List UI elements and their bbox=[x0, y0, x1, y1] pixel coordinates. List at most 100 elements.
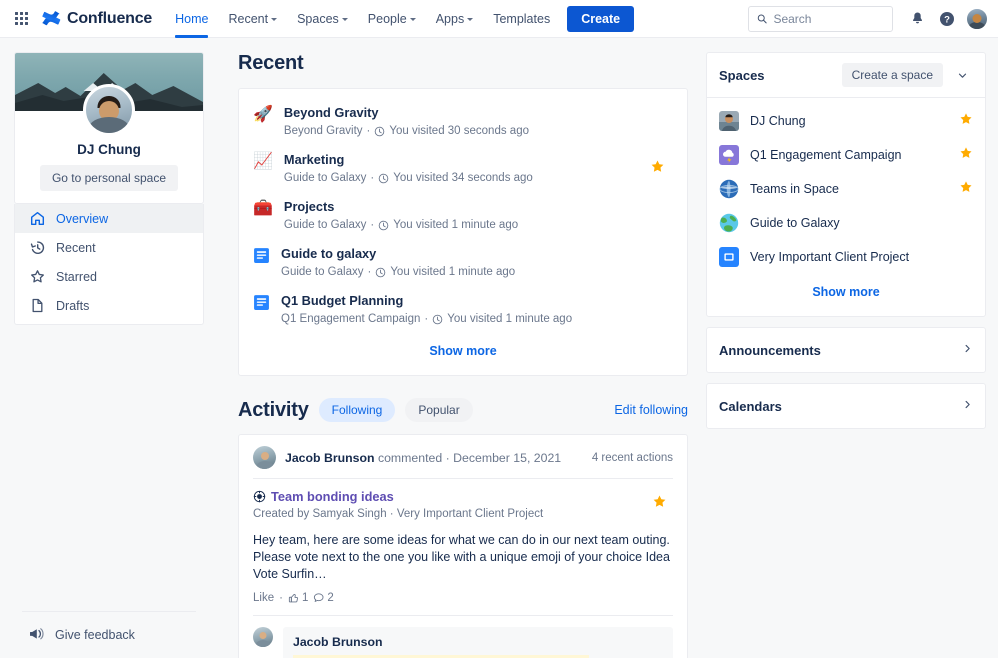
spaces-card-header: Spaces Create a space bbox=[707, 53, 985, 98]
comment-body-box: Jacob Brunson Andrew takes us all to The… bbox=[283, 627, 673, 658]
bullet-separator: · bbox=[370, 172, 375, 184]
recent-item-q1-budget-planning[interactable]: Q1 Budget Planning Q1 Engagement Campaig… bbox=[253, 286, 673, 333]
notifications-button[interactable] bbox=[903, 5, 931, 33]
recent-show-more-button[interactable]: Show more bbox=[429, 344, 496, 358]
star-filled-icon[interactable] bbox=[650, 159, 665, 179]
space-item-very-important-client-project[interactable]: Very Important Client Project bbox=[707, 240, 985, 274]
tab-popular[interactable]: Popular bbox=[405, 398, 473, 422]
comment-quoted-text: Andrew takes us all to The French Laundr… bbox=[293, 654, 663, 658]
spaces-card: Spaces Create a space DJ Chung Q1 Engage… bbox=[706, 52, 986, 317]
spaces-more-options-button[interactable] bbox=[951, 64, 973, 86]
tab-following[interactable]: Following bbox=[318, 398, 396, 422]
create-a-space-button[interactable]: Create a space bbox=[841, 63, 943, 87]
activity-page-link[interactable]: Team bonding ideas bbox=[253, 488, 646, 505]
recent-item-meta: Beyond Gravity · You visited 30 seconds … bbox=[284, 124, 671, 138]
blue-globe-icon bbox=[719, 179, 739, 199]
sidebar-item-recent[interactable]: Recent bbox=[15, 233, 203, 262]
search-box[interactable] bbox=[748, 5, 893, 32]
recent-item-text: Q1 Budget Planning Q1 Engagement Campaig… bbox=[281, 293, 671, 326]
top-navigation-bar: Confluence Home Recent Spaces People App… bbox=[0, 0, 998, 38]
sidebar-item-overview-label: Overview bbox=[56, 211, 109, 226]
edit-following-link[interactable]: Edit following bbox=[614, 403, 688, 417]
sidebar-item-recent-label: Recent bbox=[56, 240, 96, 255]
star-filled-icon[interactable] bbox=[652, 494, 667, 514]
nav-item-apps[interactable]: Apps bbox=[427, 0, 483, 37]
spaces-title: Spaces bbox=[719, 67, 765, 83]
sidebar-item-drafts[interactable]: Drafts bbox=[15, 291, 203, 320]
recent-item-marketing[interactable]: 📈 Marketing Guide to Galaxy · You visite… bbox=[253, 145, 673, 192]
nav-item-home[interactable]: Home bbox=[166, 0, 217, 38]
calendars-panel[interactable]: Calendars bbox=[706, 383, 986, 429]
bullet-separator: · bbox=[370, 219, 375, 231]
announcements-title: Announcements bbox=[719, 342, 821, 358]
toolbox-emoji-icon: 🧰 bbox=[253, 200, 273, 217]
confluence-logo-link[interactable]: Confluence bbox=[42, 9, 152, 28]
chevron-right-icon bbox=[962, 341, 973, 359]
give-feedback-label: Give feedback bbox=[55, 628, 135, 642]
activity-header: Activity Following Popular Edit followin… bbox=[238, 398, 688, 422]
nav-item-templates[interactable]: Templates bbox=[484, 0, 559, 37]
recent-item-visited: You visited 1 minute ago bbox=[393, 219, 519, 231]
space-item-dj-chung[interactable]: DJ Chung bbox=[707, 104, 985, 138]
search-input[interactable] bbox=[773, 11, 884, 26]
activity-actions-row: Like · 1 2 bbox=[253, 592, 673, 604]
recent-item-guide-to-galaxy[interactable]: Guide to galaxy Guide to Galaxy · You vi… bbox=[253, 239, 673, 286]
space-item-q1-engagement-campaign[interactable]: Q1 Engagement Campaign bbox=[707, 138, 985, 172]
nav-item-templates-label: Templates bbox=[493, 11, 551, 26]
activity-entry-header: Jacob Brunson commented · December 15, 2… bbox=[253, 446, 673, 479]
clock-history-icon bbox=[29, 240, 45, 256]
spaces-show-more-button[interactable]: Show more bbox=[812, 285, 879, 299]
bullet-separator: · bbox=[424, 313, 429, 325]
user-avatar[interactable] bbox=[966, 7, 988, 30]
calendars-title: Calendars bbox=[719, 398, 782, 414]
star-filled-icon[interactable] bbox=[959, 146, 973, 165]
nav-item-people[interactable]: People bbox=[359, 0, 425, 37]
space-item-guide-to-galaxy[interactable]: Guide to Galaxy bbox=[707, 206, 985, 240]
create-button[interactable]: Create bbox=[567, 5, 635, 32]
recent-item-text: Beyond Gravity Beyond Gravity · You visi… bbox=[284, 105, 671, 138]
recent-item-title: Guide to galaxy bbox=[281, 246, 377, 261]
sidebar-item-drafts-label: Drafts bbox=[56, 298, 90, 313]
go-to-personal-space-button[interactable]: Go to personal space bbox=[39, 165, 179, 191]
give-feedback-button[interactable]: Give feedback bbox=[22, 620, 196, 650]
chart-increasing-emoji-icon: 📈 bbox=[253, 153, 273, 170]
sidebar-item-overview[interactable]: Overview bbox=[15, 204, 203, 233]
help-icon: ? bbox=[940, 11, 954, 26]
comment-author-avatar[interactable] bbox=[253, 627, 273, 647]
recent-item-beyond-gravity[interactable]: 🚀 Beyond Gravity Beyond Gravity · You vi… bbox=[253, 98, 673, 145]
chevron-down-icon bbox=[409, 17, 416, 21]
recent-item-projects[interactable]: 🧰 Projects Guide to Galaxy · You visited… bbox=[253, 192, 673, 239]
nav-item-recent-label: Recent bbox=[228, 11, 269, 26]
sidebar-item-starred[interactable]: Starred bbox=[15, 262, 203, 291]
right-rail: Spaces Create a space DJ Chung Q1 Engage… bbox=[706, 52, 986, 658]
nav-item-recent[interactable]: Recent bbox=[219, 0, 286, 37]
help-button[interactable]: ? bbox=[933, 5, 961, 33]
star-filled-icon[interactable] bbox=[959, 112, 973, 131]
recent-item-space: Guide to Galaxy bbox=[283, 219, 367, 231]
main-content: Recent 🚀 Beyond Gravity Beyond Gravity ·… bbox=[204, 52, 706, 658]
page-outline-icon bbox=[29, 298, 45, 314]
nav-item-spaces[interactable]: Spaces bbox=[288, 0, 357, 37]
profile-name: DJ Chung bbox=[77, 142, 141, 157]
activity-like-count[interactable]: 1 bbox=[288, 592, 308, 604]
recent-item-space: Guide to Galaxy bbox=[283, 172, 367, 184]
bullet-separator: · bbox=[445, 450, 450, 465]
app-switcher-icon[interactable] bbox=[8, 6, 34, 32]
activity-like-button[interactable]: Like bbox=[253, 592, 274, 604]
announcements-panel[interactable]: Announcements bbox=[706, 327, 986, 373]
space-name: Guide to Galaxy bbox=[750, 216, 840, 230]
clock-icon bbox=[378, 173, 389, 183]
activity-author-avatar[interactable] bbox=[253, 446, 276, 469]
nav-item-apps-label: Apps bbox=[435, 11, 465, 26]
earth-emoji-icon bbox=[719, 213, 739, 233]
page-icon bbox=[254, 295, 269, 310]
chevron-down-icon bbox=[958, 73, 966, 78]
clock-icon bbox=[378, 220, 389, 230]
space-item-teams-in-space[interactable]: Teams in Space bbox=[707, 172, 985, 206]
activity-comment-count[interactable]: 2 bbox=[313, 592, 334, 604]
star-filled-icon[interactable] bbox=[959, 180, 973, 199]
primary-nav: Home Recent Spaces People Apps Templates bbox=[166, 0, 559, 38]
recent-item-space: Q1 Engagement Campaign bbox=[281, 313, 421, 325]
activity-section-title: Activity bbox=[238, 398, 309, 421]
profile-avatar[interactable] bbox=[83, 84, 135, 136]
